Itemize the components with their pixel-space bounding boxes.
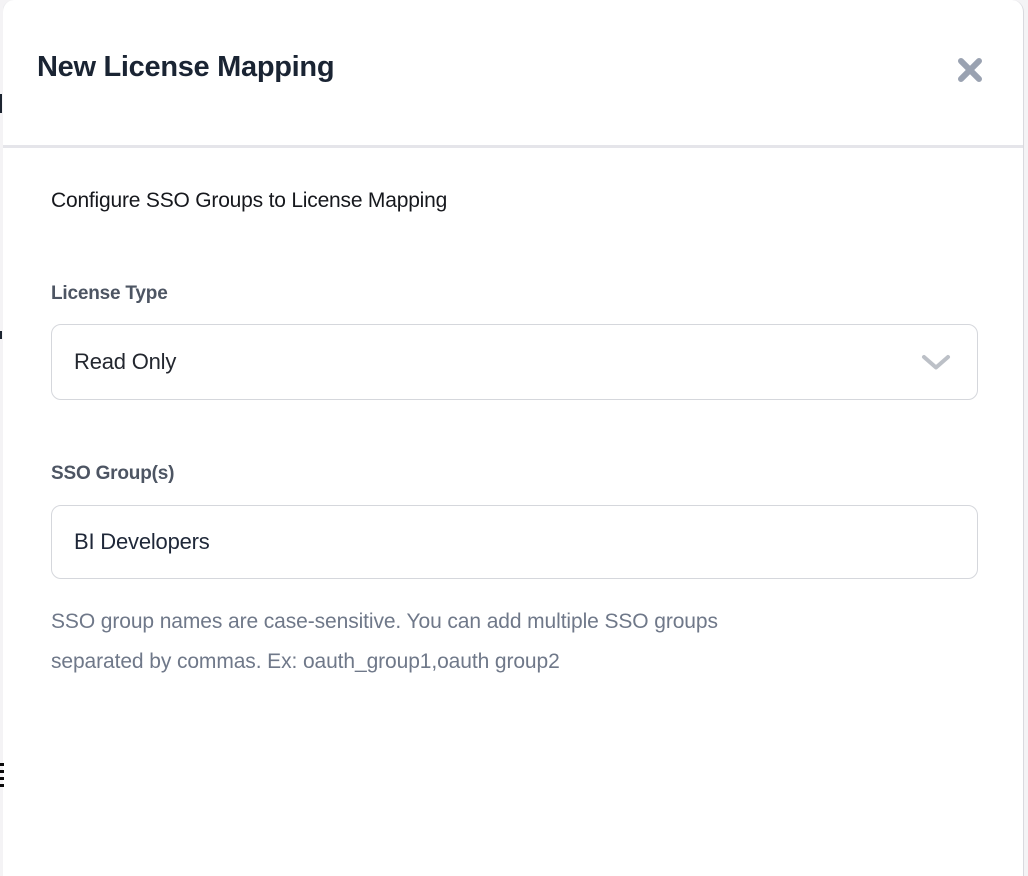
background-content-fragment	[0, 331, 2, 339]
license-type-value: Read Only	[74, 349, 921, 375]
menu-dash	[0, 784, 4, 787]
background-menu-fragment	[0, 763, 4, 791]
modal-subtitle: Configure SSO Groups to License Mapping	[51, 187, 978, 214]
sso-groups-help-line1: SSO group names are case-sensitive. You …	[51, 602, 978, 642]
background-page-sliver	[0, 0, 3, 876]
close-button[interactable]	[953, 53, 987, 87]
menu-dash	[0, 763, 4, 766]
menu-dash	[0, 777, 4, 780]
menu-dash	[0, 770, 4, 773]
header-divider	[3, 145, 1023, 148]
modal-title: New License Mapping	[37, 51, 334, 84]
sso-groups-help-line2: separated by commas. Ex: oauth_group1,oa…	[51, 642, 978, 682]
chevron-down-icon	[921, 354, 951, 371]
sso-groups-input[interactable]	[51, 505, 978, 579]
close-icon	[955, 55, 985, 85]
sso-groups-help: SSO group names are case-sensitive. You …	[51, 602, 978, 682]
background-content-fragment	[0, 94, 2, 113]
license-type-label: License Type	[51, 281, 978, 306]
license-type-select[interactable]: Read Only	[51, 324, 978, 400]
sso-groups-label: SSO Group(s)	[51, 461, 978, 486]
modal-body: Configure SSO Groups to License Mapping …	[3, 187, 1023, 682]
new-license-mapping-modal: New License Mapping Configure SSO Groups…	[2, 0, 1024, 876]
modal-header: New License Mapping	[3, 0, 1023, 146]
